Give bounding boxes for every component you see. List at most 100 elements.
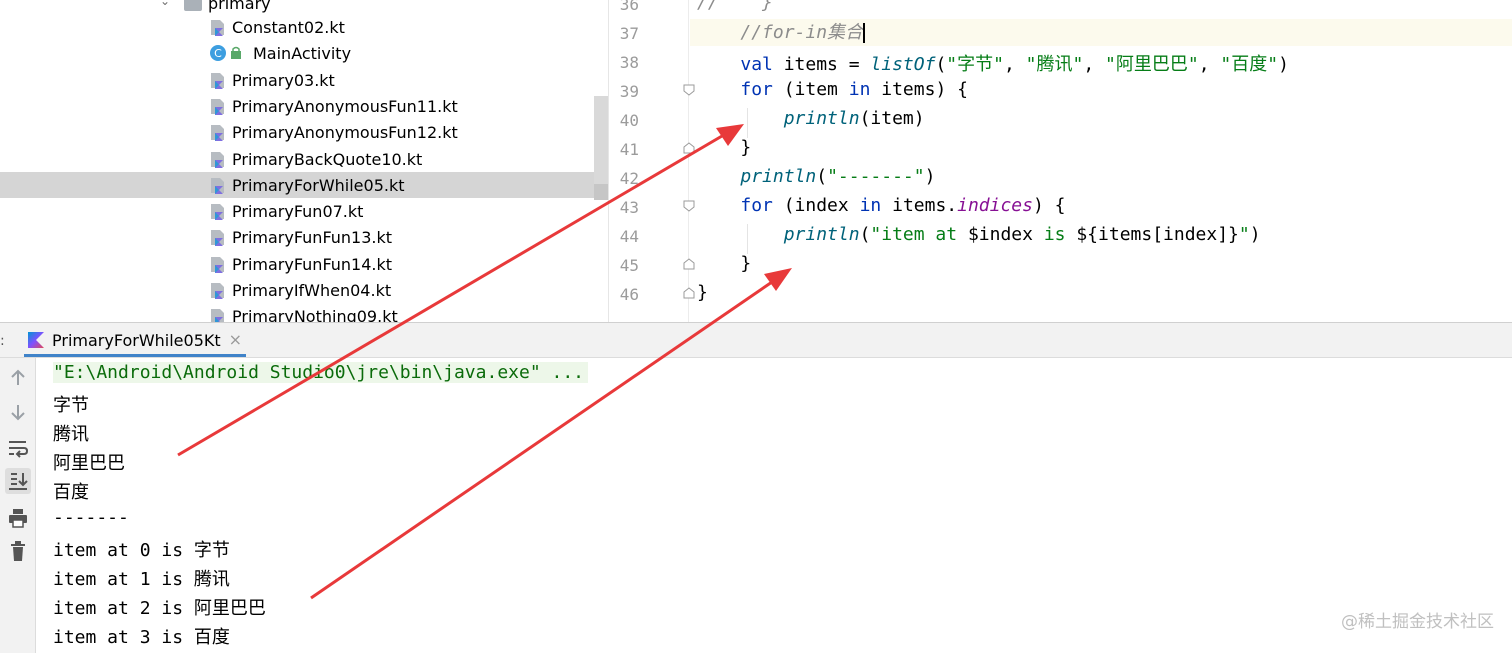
line-number: 42: [619, 169, 639, 188]
code-text: }: [740, 253, 752, 274]
tree-item[interactable]: PrimaryIfWhen04.kt: [0, 277, 608, 303]
scroll-to-end-icon[interactable]: [5, 468, 31, 494]
run-tab-primaryforwhile05kt[interactable]: PrimaryForWhile05Kt ×: [24, 323, 246, 357]
run-tool-window: : PrimaryForWhile05Kt × "E:\Android\Andr…: [0, 322, 1512, 653]
kotlin-file-icon: [211, 20, 224, 36]
console-line: item at 0 is 字节: [53, 540, 230, 561]
tree-item[interactable]: PrimaryFunFun14.kt: [0, 251, 608, 277]
up-arrow-icon[interactable]: [5, 365, 31, 391]
tree-item-label: MainActivity: [253, 44, 352, 64]
code-function: println: [783, 224, 860, 245]
line-number: 36: [619, 0, 639, 14]
code-editor[interactable]: 36 37 38 39 40 41 42 43 44 45 46 // } //…: [608, 0, 1512, 322]
fold-marker-icon[interactable]: [683, 200, 695, 212]
code-function: println: [783, 108, 860, 129]
tree-item[interactable]: Primary03.kt: [0, 67, 608, 93]
code-line-44: println("item at $index is ${items[index…: [697, 224, 1261, 245]
tree-scrollbar[interactable]: [594, 96, 608, 184]
code-line-37: //for-in集合: [690, 19, 1512, 46]
code-line-42: println("-------"): [697, 166, 935, 187]
console-line: item at 3 is 百度: [53, 627, 230, 648]
code-keyword: for: [740, 195, 773, 216]
kotlin-file-icon: [211, 283, 224, 299]
tree-item-label: PrimaryFun07.kt: [232, 202, 364, 222]
code-text: }: [697, 282, 708, 303]
tree-item[interactable]: PrimaryFunFun13.kt: [0, 224, 608, 250]
kotlin-file-icon: [211, 151, 224, 168]
tree-item[interactable]: PrimaryBackQuote10.kt: [0, 146, 608, 172]
console-output[interactable]: "E:\Android\Android Studio0\jre\bin\java…: [36, 358, 1512, 652]
fold-end-marker-icon[interactable]: [683, 142, 695, 154]
soft-wrap-icon[interactable]: [5, 435, 31, 461]
svg-text:C: C: [214, 47, 222, 60]
code-line-38: val items = listOf("字节", "腾讯", "阿里巴巴", "…: [697, 50, 1289, 76]
code-text: ): [924, 166, 936, 187]
code-text: items.: [881, 195, 958, 216]
kotlin-icon: [28, 332, 44, 348]
code-line-45: }: [697, 253, 751, 274]
kotlin-file-icon: [211, 72, 224, 89]
code-string: "阿里巴巴": [1105, 54, 1199, 75]
close-icon[interactable]: ×: [229, 330, 242, 349]
code-function: println: [740, 166, 817, 187]
tree-item[interactable]: PrimaryForWhile05.kt: [0, 171, 608, 198]
code-comment: //for-in集合: [740, 22, 864, 43]
code-line-39: for (item in items) {: [697, 79, 968, 100]
code-text: ): [1249, 224, 1261, 245]
tree-item[interactable]: PrimaryAnonymousFun11.kt: [0, 93, 608, 119]
code-string: "腾讯": [1025, 54, 1084, 75]
console-line: 阿里巴巴: [53, 453, 125, 474]
fold-marker-icon[interactable]: [683, 84, 695, 96]
code-template: ${items[index]}: [1076, 224, 1239, 245]
down-arrow-icon[interactable]: [5, 399, 31, 425]
tool-strip-marker: :: [0, 333, 5, 349]
line-number: 46: [619, 285, 639, 304]
code-text: ,: [1198, 54, 1221, 75]
console-line: 字节: [53, 395, 89, 416]
code-text: items =: [772, 54, 871, 75]
code-line-46: }: [697, 282, 708, 303]
console-line: item at 1 is 腾讯: [53, 569, 230, 590]
line-number: 45: [619, 256, 639, 275]
code-line-41: }: [697, 137, 751, 158]
code-text: items) {: [870, 79, 968, 100]
tree-item[interactable]: C MainActivity: [0, 40, 608, 66]
code-line-43: for (index in items.indices) {: [697, 195, 1065, 216]
chevron-down-icon[interactable]: ⌄: [160, 0, 170, 8]
tree-item[interactable]: PrimaryAnonymousFun12.kt: [0, 119, 608, 145]
tree-item-label: Primary03.kt: [232, 70, 335, 90]
line-number: 39: [619, 82, 639, 101]
code-text: ): [1278, 54, 1289, 75]
line-number: 38: [619, 53, 639, 72]
kotlin-file-icon: [211, 230, 224, 247]
kotlin-file-icon: [211, 309, 224, 322]
lock-icon: [231, 47, 241, 60]
console-line: -------: [53, 507, 129, 528]
line-number: 40: [619, 111, 639, 130]
tree-item[interactable]: PrimaryNothing09.kt: [0, 303, 608, 322]
tree-item-label: Constant02.kt: [232, 18, 345, 37]
tree-item[interactable]: PrimaryFun07.kt: [0, 198, 608, 224]
tree-item-label: PrimaryFunFun13.kt: [232, 228, 393, 248]
fold-end-marker-icon[interactable]: [683, 258, 695, 270]
code-line-40: println(item): [697, 108, 925, 129]
tree-item-label: PrimaryBackQuote10.kt: [232, 149, 423, 169]
code-string: ": [1238, 224, 1250, 245]
print-icon[interactable]: [5, 505, 31, 531]
tree-item[interactable]: Constant02.kt: [0, 14, 608, 40]
tree-scrollbar-thumb[interactable]: [594, 184, 608, 200]
line-number: 37: [619, 24, 639, 43]
code-template: $index: [967, 224, 1033, 245]
tree-item-label: PrimaryFunFun14.kt: [232, 254, 393, 274]
tree-item-label: PrimaryNothing09.kt: [232, 307, 398, 322]
watermark: @稀土掘金技术社区: [1341, 612, 1494, 632]
code-function: listOf: [870, 54, 936, 75]
console-line: 百度: [53, 482, 89, 503]
code-text: ,: [1083, 54, 1106, 75]
kotlin-file-icon: [211, 177, 224, 194]
code-keyword: in: [848, 79, 871, 100]
package-folder-icon: [184, 0, 202, 11]
trash-icon[interactable]: [5, 538, 31, 564]
fold-end-marker-icon[interactable]: [683, 287, 695, 299]
console-line: 腾讯: [53, 424, 89, 445]
